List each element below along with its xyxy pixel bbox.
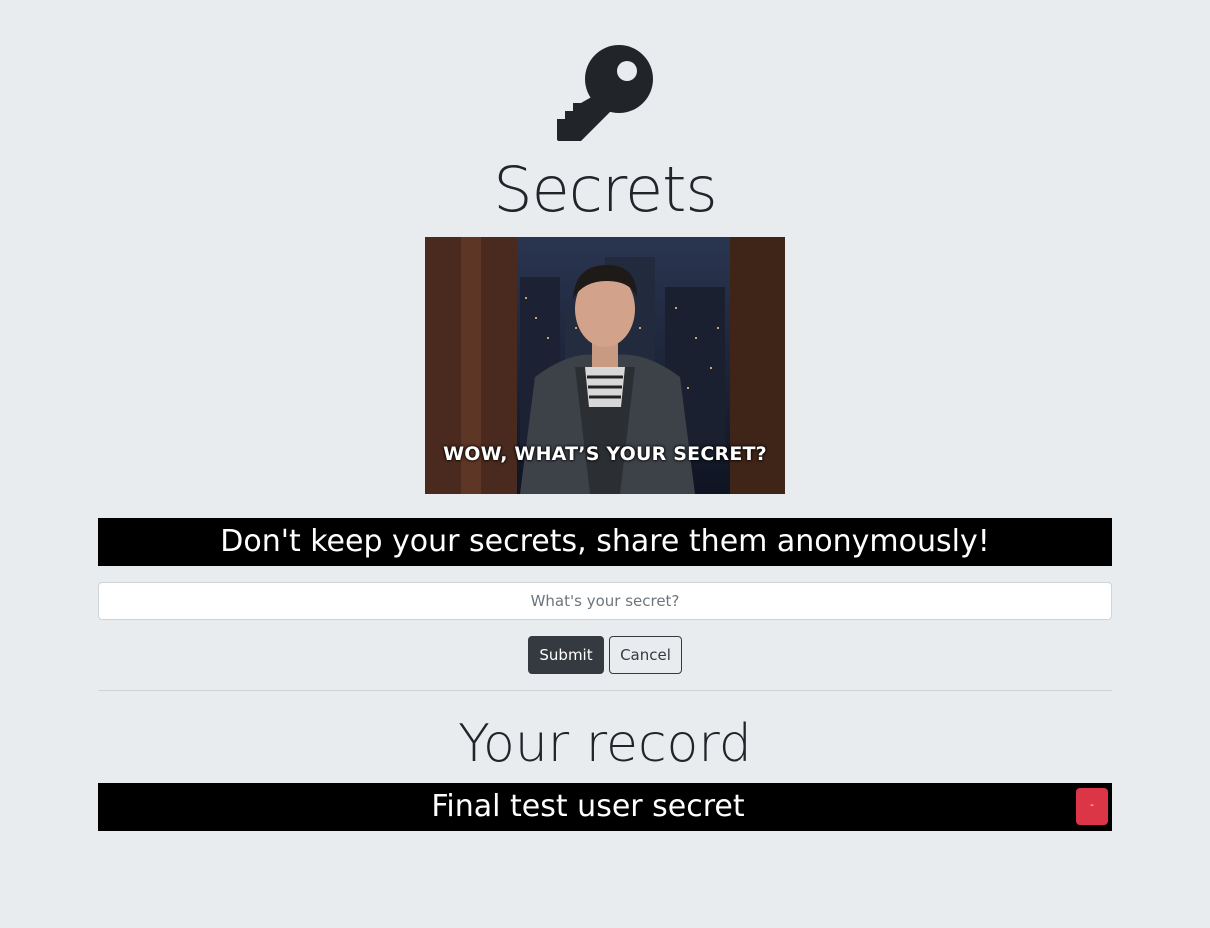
cancel-button[interactable]: Cancel bbox=[609, 636, 682, 674]
record-item: Final test user secret bbox=[98, 783, 1112, 831]
secret-input[interactable] bbox=[98, 582, 1112, 620]
record-item-text: Final test user secret bbox=[431, 789, 745, 824]
share-banner: Don't keep your secrets, share them anon… bbox=[98, 518, 1112, 566]
divider bbox=[98, 690, 1112, 691]
record-title: Your record bbox=[458, 714, 752, 774]
page: Secrets WOW, WHAT’S YOUR SECRET? Don't k… bbox=[0, 0, 1210, 928]
submit-button[interactable]: Submit bbox=[528, 636, 604, 674]
delete-record-button[interactable]: - bbox=[1076, 788, 1108, 825]
gif-caption: WOW, WHAT’S YOUR SECRET? bbox=[443, 443, 767, 465]
secret-gif-image: WOW, WHAT’S YOUR SECRET? bbox=[425, 237, 785, 494]
page-title: Secrets bbox=[493, 153, 717, 226]
key-icon bbox=[557, 45, 653, 141]
